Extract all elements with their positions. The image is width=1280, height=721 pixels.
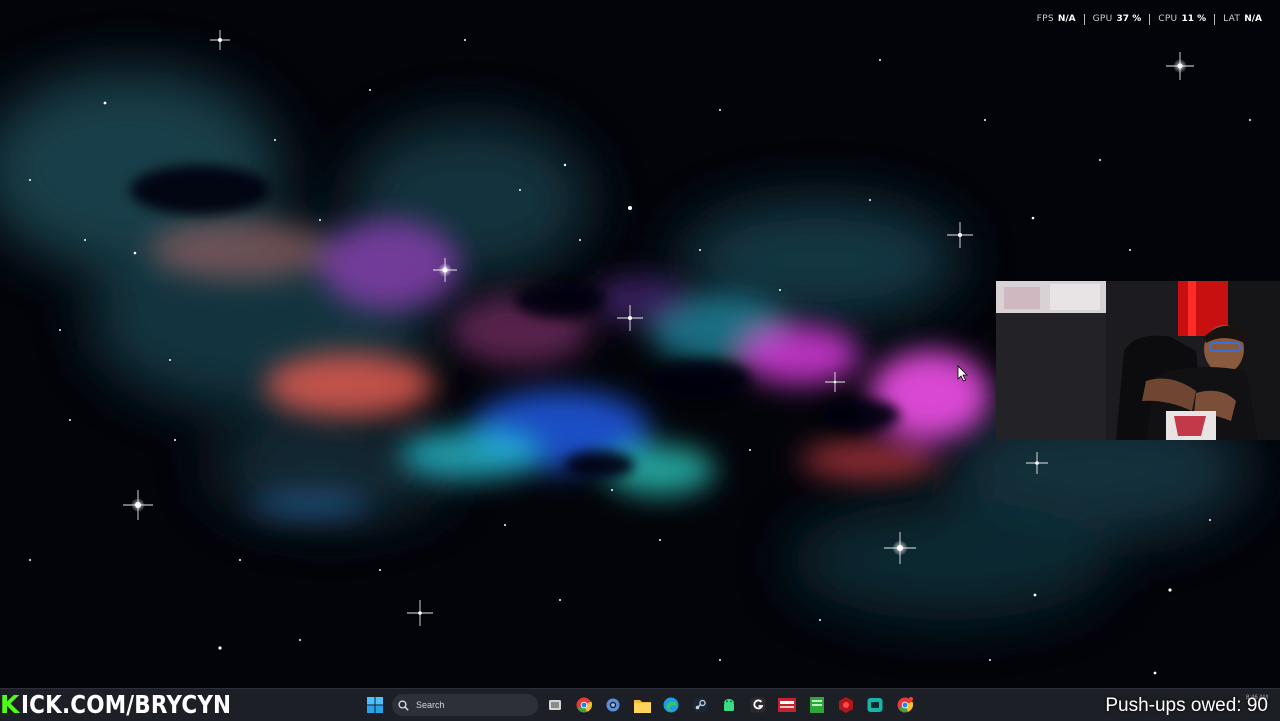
windows-start-icon[interactable] bbox=[365, 695, 385, 715]
perf-gpu-label: GPU bbox=[1092, 14, 1113, 24]
taskbar-search-box[interactable]: Search bbox=[392, 694, 538, 716]
red-app-icon[interactable] bbox=[836, 695, 856, 715]
kick-logo-letter: K bbox=[0, 689, 20, 719]
teal-app-icon[interactable] bbox=[865, 695, 885, 715]
voicemeeter-icon[interactable] bbox=[777, 695, 797, 715]
perf-fps: FPS N/A bbox=[1029, 14, 1084, 24]
performance-overlay: FPS N/A GPU 37 % CPU 11 % LAT N/A bbox=[1029, 11, 1270, 27]
file-explorer-icon[interactable] bbox=[632, 695, 652, 715]
perf-gpu: GPU 37 % bbox=[1085, 14, 1150, 24]
g-hub-icon[interactable] bbox=[748, 695, 768, 715]
android-icon[interactable] bbox=[719, 695, 739, 715]
perf-cpu-value: 11 % bbox=[1181, 14, 1207, 24]
green-app-icon[interactable] bbox=[807, 695, 827, 715]
taskbar: K ICK.COM/BRYCYN Search 8:46 AM Push-ups… bbox=[0, 688, 1280, 721]
perf-lat-label: LAT bbox=[1223, 14, 1241, 24]
chrome-alt-icon[interactable] bbox=[895, 695, 915, 715]
perf-cpu: CPU 11 % bbox=[1150, 14, 1214, 24]
mouse-cursor-icon bbox=[957, 365, 968, 382]
webcam-person-illustration bbox=[996, 281, 1280, 440]
search-icon bbox=[398, 699, 409, 711]
settings-icon[interactable] bbox=[603, 695, 623, 715]
chrome-icon[interactable] bbox=[574, 695, 594, 715]
perf-cpu-label: CPU bbox=[1158, 14, 1178, 24]
kick-channel-text: ICK.COM/BRYCYN bbox=[20, 689, 231, 719]
kick-channel-banner: K ICK.COM/BRYCYN bbox=[0, 688, 265, 720]
perf-fps-value: N/A bbox=[1057, 14, 1076, 24]
perf-lat: LAT N/A bbox=[1215, 14, 1270, 24]
task-view-icon[interactable] bbox=[545, 695, 565, 715]
perf-gpu-value: 37 % bbox=[1116, 14, 1142, 24]
pushups-counter-overlay: Push-ups owed: 90 bbox=[1105, 695, 1268, 716]
edge-icon[interactable] bbox=[661, 695, 681, 715]
webcam-feed bbox=[996, 281, 1280, 440]
perf-lat-value: N/A bbox=[1244, 14, 1262, 24]
search-placeholder: Search bbox=[416, 700, 445, 710]
perf-fps-label: FPS bbox=[1036, 14, 1054, 24]
steam-icon[interactable] bbox=[690, 695, 710, 715]
